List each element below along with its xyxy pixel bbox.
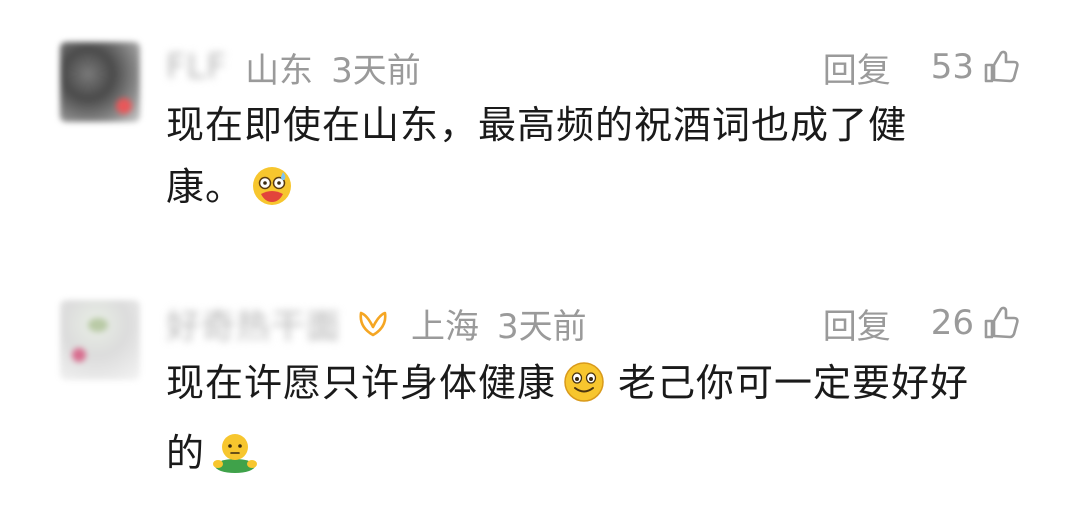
comment-meta: 好奇热干面 上海 3天前 回复 26 (166, 299, 1020, 347)
comment-item: FLF 山东 3天前 回复 53 现在即使在山东，最高频的祝酒词也成了健 康。 (0, 0, 1080, 250)
sweating-face-emoji-icon (250, 164, 294, 226)
comment-line: 的 (166, 422, 1026, 492)
comment-text: 现在即使在山东，最高频的祝酒词也成了健 康。 (166, 94, 1026, 226)
hugging-person-emoji-icon (211, 430, 259, 492)
comment-line-text: 的 (166, 431, 206, 475)
username[interactable]: 好奇热干面 (166, 299, 341, 348)
comment-line: 现在即使在山东，最高频的祝酒词也成了健 (166, 103, 908, 147)
thumbs-up-icon[interactable] (980, 47, 1020, 87)
comment-line-text: 现在许愿只许身体健康 (166, 361, 557, 405)
comment-item: 好奇热干面 上海 3天前 回复 26 现在许愿只许身体健康 老己你可一定要好好 … (0, 250, 1080, 509)
location-label: 山东 (245, 50, 314, 91)
smiling-face-emoji-icon (562, 360, 606, 422)
location-label: 上海 (411, 306, 479, 347)
like-count: 53 (930, 47, 974, 87)
vip-badge-icon (359, 311, 387, 337)
comment-meta: FLF 山东 3天前 回复 53 (166, 43, 1020, 91)
comment-line-text: 康。 (166, 165, 245, 209)
timestamp: 3天前 (331, 50, 421, 91)
like-count: 26 (930, 303, 974, 343)
avatar[interactable] (60, 300, 140, 380)
comment-line-text: 老己你可一定要好好 (618, 361, 970, 405)
comment-line: 现在许愿只许身体健康 老己你可一定要好好 (166, 352, 1026, 422)
comment-line: 康。 (166, 156, 1026, 226)
thumbs-up-icon[interactable] (980, 303, 1020, 343)
avatar[interactable] (60, 42, 140, 122)
timestamp: 3天前 (497, 306, 587, 347)
reply-button[interactable]: 回复 (823, 43, 891, 92)
reply-button[interactable]: 回复 (823, 299, 891, 348)
comment-text: 现在许愿只许身体健康 老己你可一定要好好 的 (166, 352, 1026, 492)
username[interactable]: FLF (166, 47, 227, 87)
